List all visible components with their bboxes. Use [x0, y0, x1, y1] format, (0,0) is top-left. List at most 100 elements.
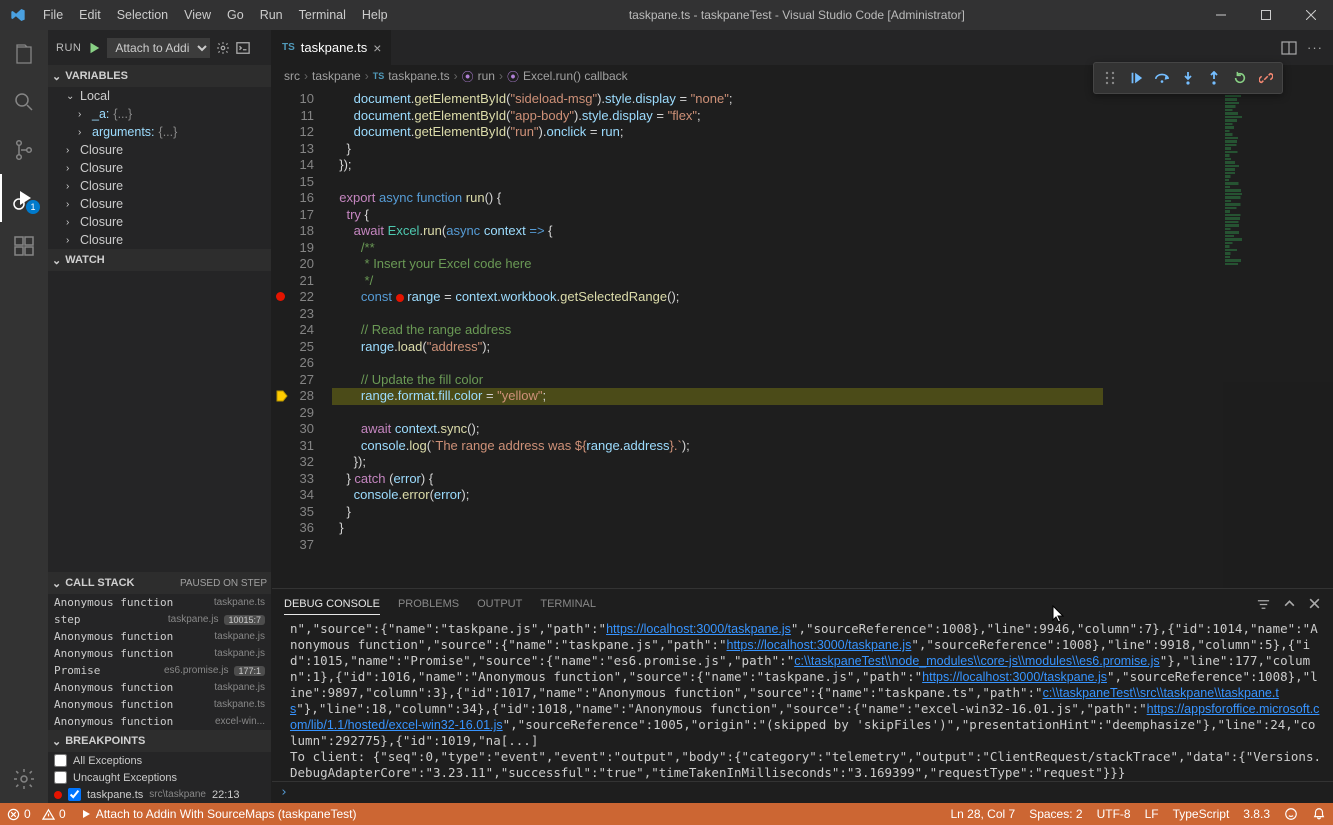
status-bell-icon[interactable] [1305, 803, 1333, 825]
filter-icon[interactable] [1256, 597, 1271, 612]
scope-closure[interactable]: ›Closure [48, 213, 271, 231]
watch-header[interactable]: ⌄WATCH [48, 249, 271, 271]
step-into-icon[interactable] [1176, 66, 1200, 90]
menu-view[interactable]: View [176, 0, 219, 30]
panel-tabs: DEBUG CONSOLE PROBLEMS OUTPUT TERMINAL [272, 589, 1333, 619]
step-out-icon[interactable] [1202, 66, 1226, 90]
status-eol[interactable]: LF [1138, 803, 1166, 825]
minimap[interactable] [1223, 87, 1333, 588]
menu-terminal[interactable]: Terminal [291, 0, 354, 30]
menu-go[interactable]: Go [219, 0, 252, 30]
breakpoint-all-exceptions[interactable]: All Exceptions [48, 752, 271, 769]
watch-body [48, 271, 271, 572]
scope-closure[interactable]: ›Closure [48, 141, 271, 159]
debug-badge: 1 [26, 200, 40, 214]
variables-body: ⌄Local›_a: {...}›arguments: {...}›Closur… [48, 87, 271, 249]
scope-closure[interactable]: ›Closure [48, 195, 271, 213]
start-debug-icon[interactable] [87, 41, 101, 55]
extensions-tab-icon[interactable] [0, 222, 48, 270]
status-encoding[interactable]: UTF-8 [1090, 803, 1138, 825]
stack-frame[interactable]: Anonymous functionexcel-win... [48, 713, 271, 730]
stack-frame[interactable]: Anonymous functiontaskpane.js [48, 628, 271, 645]
title-bar: FileEditSelectionViewGoRunTerminalHelp t… [0, 0, 1333, 30]
status-indentation[interactable]: Spaces: 2 [1022, 803, 1089, 825]
bottom-panel: DEBUG CONSOLE PROBLEMS OUTPUT TERMINAL n… [272, 588, 1333, 803]
menu-edit[interactable]: Edit [71, 0, 109, 30]
status-cursor-position[interactable]: Ln 28, Col 7 [943, 803, 1022, 825]
scope-local[interactable]: ⌄Local [48, 87, 271, 105]
editor-area: TS taskpane.ts × ··· src› taskpane› TS t… [272, 30, 1333, 803]
step-over-icon[interactable] [1150, 66, 1174, 90]
window-title: taskpane.ts - taskpaneTest - Visual Stud… [396, 8, 1198, 22]
breakpoint-dot-icon [54, 791, 62, 799]
source-control-icon[interactable] [0, 126, 48, 174]
tab-bar: TS taskpane.ts × ··· [272, 30, 1333, 65]
debug-tab-icon[interactable]: 1 [0, 174, 48, 222]
panel-close-icon[interactable] [1308, 597, 1321, 612]
variables-header[interactable]: ⌄VARIABLES [48, 65, 271, 87]
editor[interactable]: 1011121314151617181920212223242526272829… [272, 87, 1333, 588]
callstack-body: Anonymous functiontaskpane.tssteptaskpan… [48, 594, 271, 730]
method-icon: ⦿ [507, 68, 519, 85]
typescript-file-icon: TS [282, 42, 295, 53]
stack-frame[interactable]: Anonymous functiontaskpane.js [48, 645, 271, 662]
run-label: RUN [56, 42, 81, 54]
status-bar: 0 0 Attach to Addin With SourceMaps (tas… [0, 803, 1333, 825]
status-language[interactable]: TypeScript [1166, 803, 1237, 825]
window-minimize[interactable] [1198, 0, 1243, 30]
continue-icon[interactable] [1124, 66, 1148, 90]
line-numbers: 1011121314151617181920212223242526272829… [272, 87, 332, 588]
menu-run[interactable]: Run [252, 0, 291, 30]
stack-frame[interactable]: Anonymous functiontaskpane.js [48, 679, 271, 696]
scope-closure[interactable]: ›Closure [48, 159, 271, 177]
variable-item[interactable]: ›arguments: {...} [48, 123, 271, 141]
menu-selection[interactable]: Selection [109, 0, 176, 30]
status-errors[interactable]: 0 0 [0, 803, 73, 825]
more-actions-icon[interactable]: ··· [1307, 40, 1323, 55]
debug-toolbar[interactable] [1093, 62, 1283, 94]
breakpoint-file[interactable]: taskpane.tssrc\taskpane22:13 [48, 786, 271, 803]
settings-gear-icon[interactable] [0, 755, 48, 803]
callstack-header[interactable]: ⌄CALL STACKPAUSED ON STEP [48, 572, 271, 594]
close-tab-icon[interactable]: × [373, 40, 381, 56]
menu-help[interactable]: Help [354, 0, 396, 30]
window-maximize[interactable] [1243, 0, 1288, 30]
stack-frame[interactable]: steptaskpane.js10015:7 [48, 611, 271, 628]
status-launch-config[interactable]: Attach to Addin With SourceMaps (taskpan… [73, 803, 364, 825]
code-content[interactable]: document.getElementById("sideload-msg").… [332, 87, 1223, 588]
scope-closure[interactable]: ›Closure [48, 177, 271, 195]
variable-item[interactable]: ›_a: {...} [48, 105, 271, 123]
window-close[interactable] [1288, 0, 1333, 30]
debug-console-input[interactable]: › [272, 781, 1333, 803]
restart-icon[interactable] [1228, 66, 1252, 90]
debug-console-toggle-icon[interactable] [236, 41, 250, 55]
tab-output[interactable]: OUTPUT [477, 594, 522, 614]
scope-closure[interactable]: ›Closure [48, 231, 271, 249]
explorer-tab-icon[interactable] [0, 30, 48, 78]
launch-config-select[interactable]: Attach to Addi [107, 38, 210, 58]
status-feedback-icon[interactable] [1277, 803, 1305, 825]
search-tab-icon[interactable] [0, 78, 48, 126]
menu-file[interactable]: File [35, 0, 71, 30]
debug-console-body[interactable]: n","source":{"name":"taskpane.js","path"… [272, 619, 1333, 781]
split-editor-icon[interactable] [1281, 40, 1297, 56]
breakpoints-header[interactable]: ⌄BREAKPOINTS [48, 730, 271, 752]
tab-terminal[interactable]: TERMINAL [540, 594, 596, 614]
panel-collapse-icon[interactable] [1283, 597, 1296, 612]
gear-icon[interactable] [216, 41, 230, 55]
debug-sidebar: RUN Attach to Addi ⌄VARIABLES ⌄Local›_a:… [48, 30, 272, 803]
status-ts-version[interactable]: 3.8.3 [1236, 803, 1277, 825]
run-header: RUN Attach to Addi [48, 30, 271, 65]
main-menu: FileEditSelectionViewGoRunTerminalHelp [35, 0, 396, 30]
stack-frame[interactable]: Anonymous functiontaskpane.ts [48, 594, 271, 611]
tab-debug-console[interactable]: DEBUG CONSOLE [284, 594, 380, 615]
stack-frame[interactable]: Promisees6.promise.js177:1 [48, 662, 271, 679]
drag-handle-icon[interactable] [1098, 66, 1122, 90]
breakpoints-body: All Exceptions Uncaught Exceptions taskp… [48, 752, 271, 803]
stack-frame[interactable]: Anonymous functiontaskpane.ts [48, 696, 271, 713]
tab-problems[interactable]: PROBLEMS [398, 594, 459, 614]
disconnect-icon[interactable] [1254, 66, 1278, 90]
breakpoint-uncaught[interactable]: Uncaught Exceptions [48, 769, 271, 786]
editor-tab[interactable]: TS taskpane.ts × [272, 30, 392, 65]
app-logo [0, 7, 35, 23]
